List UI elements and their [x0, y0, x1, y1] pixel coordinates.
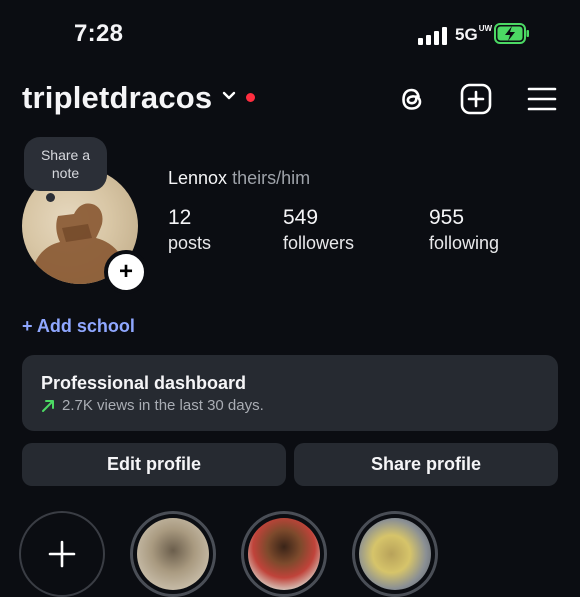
- highlight-3-thumbnail: [359, 518, 431, 590]
- network-label: 5G: [455, 25, 478, 44]
- create-post-icon[interactable]: [459, 82, 493, 116]
- menu-icon[interactable]: [525, 82, 559, 116]
- cell-signal-icon: [418, 25, 447, 45]
- notification-dot: [246, 93, 255, 102]
- trend-up-icon: [42, 400, 54, 412]
- new-highlight-button[interactable]: [19, 511, 105, 597]
- dashboard-title: Professional dashboard: [41, 373, 247, 393]
- battery-charging-icon: [494, 23, 529, 44]
- posts-count[interactable]: 12: [168, 206, 191, 230]
- chevron-down-icon[interactable]: [222, 91, 236, 101]
- add-school-link[interactable]: + Add school: [22, 316, 135, 337]
- add-story-button[interactable]: +: [104, 250, 148, 294]
- profile-name-line: Lennox theirs/him: [168, 168, 310, 189]
- status-time: 7:28: [74, 20, 124, 47]
- threads-icon[interactable]: [395, 82, 429, 116]
- story-highlight-1[interactable]: [130, 511, 216, 597]
- highlight-1-thumbnail: [137, 518, 209, 590]
- profile-pronouns: theirs/him: [232, 168, 311, 188]
- note-tail: [46, 193, 55, 202]
- story-highlight-3[interactable]: [352, 511, 438, 597]
- following-label[interactable]: following: [429, 233, 499, 254]
- network-indicator: 5GUW: [455, 25, 492, 45]
- profile-username[interactable]: tripletdracos: [22, 80, 212, 116]
- followers-count[interactable]: 549: [283, 206, 318, 230]
- highlight-2-thumbnail: [248, 518, 320, 590]
- profile-name: Lennox: [168, 168, 228, 188]
- network-sup: UW: [478, 24, 493, 33]
- story-highlight-2[interactable]: [241, 511, 327, 597]
- plus-icon: [48, 540, 76, 568]
- following-count[interactable]: 955: [429, 206, 464, 230]
- posts-label[interactable]: posts: [168, 233, 211, 254]
- dashboard-subtitle: 2.7K views in the last 30 days.: [62, 397, 264, 414]
- edit-profile-button[interactable]: Edit profile: [22, 443, 286, 486]
- share-profile-button[interactable]: Share profile: [294, 443, 558, 486]
- share-note-bubble[interactable]: Share a note: [24, 137, 107, 191]
- followers-label[interactable]: followers: [283, 233, 354, 254]
